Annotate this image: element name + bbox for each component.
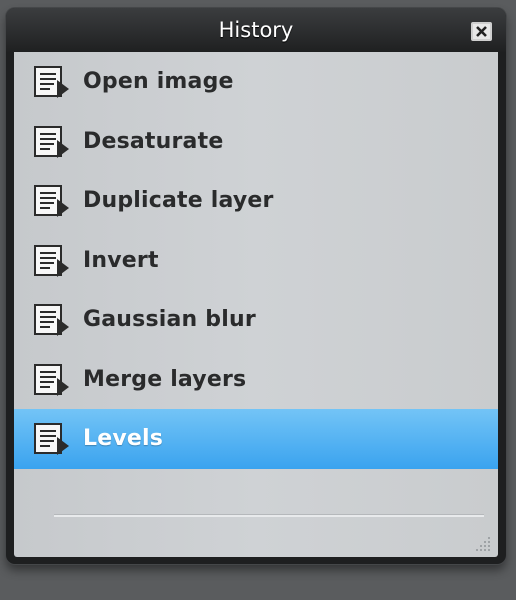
history-item[interactable]: Invert [14, 231, 498, 291]
history-step-icon [34, 423, 69, 455]
close-icon [476, 26, 487, 37]
history-step-icon [34, 66, 69, 98]
history-step-icon [34, 125, 69, 158]
resize-grip-icon[interactable] [470, 531, 492, 553]
history-item[interactable]: Desaturate [14, 112, 498, 172]
history-item[interactable]: Open image [14, 52, 498, 112]
close-button[interactable] [471, 22, 492, 41]
history-item[interactable]: Merge layers [14, 350, 498, 410]
history-panel: Open image Desaturate Duplicate layer In… [14, 52, 498, 557]
history-item-label: Desaturate [83, 128, 224, 154]
history-panel-window: History Open image Desaturate Duplicate … [6, 8, 506, 564]
history-item-label: Levels [83, 426, 164, 451]
history-item-label: Duplicate layer [83, 188, 274, 213]
history-step-icon [34, 185, 69, 217]
history-item[interactable]: Duplicate layer [14, 171, 498, 231]
divider [54, 514, 484, 517]
history-list: Open image Desaturate Duplicate layer In… [14, 52, 498, 469]
history-item-selected[interactable]: Levels [14, 409, 498, 469]
history-item-label: Invert [83, 247, 159, 273]
history-item-label: Merge layers [83, 366, 247, 392]
history-step-icon [34, 363, 69, 396]
history-item[interactable]: Gaussian blur [14, 290, 498, 350]
history-step-icon [34, 304, 69, 336]
history-step-icon [34, 244, 69, 277]
window-title: History [218, 18, 294, 42]
history-item-label: Gaussian blur [83, 307, 256, 332]
titlebar[interactable]: History [6, 8, 506, 52]
history-item-label: Open image [83, 69, 234, 94]
